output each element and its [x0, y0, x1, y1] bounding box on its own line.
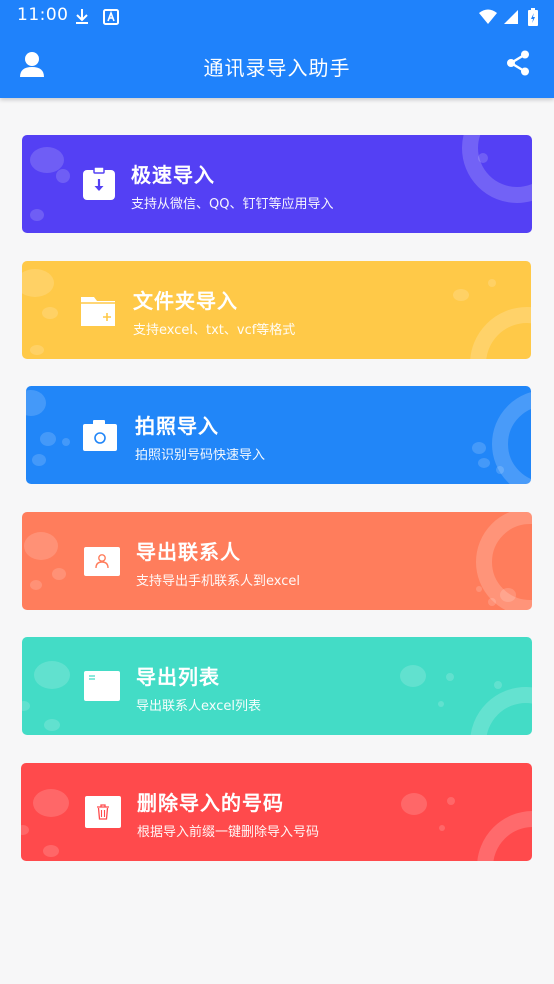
card-subtitle: 支持导出手机联系人到excel: [136, 574, 300, 589]
card-folder-import[interactable]: 文件夹导入 支持excel、txt、vcf等格式: [22, 261, 531, 359]
card-title: 文件夹导入: [133, 289, 238, 313]
card-delete-imported[interactable]: 删除导入的号码 根据导入前缀一键删除导入号码: [21, 763, 532, 861]
card-subtitle: 根据导入前缀一键删除导入号码: [137, 825, 320, 840]
card-subtitle: 支持excel、txt、vcf等格式: [133, 323, 296, 338]
page-title: 通讯录导入助手: [203, 56, 351, 80]
battery-icon: [528, 7, 538, 26]
share-icon: [507, 50, 529, 76]
card-subtitle: 拍照识别号码快速导入: [135, 448, 266, 463]
contact-card-icon: [84, 547, 120, 576]
status-bar: 11:00: [0, 0, 554, 30]
a-notification-icon: [103, 8, 120, 25]
card-subtitle: 支持从微信、QQ、钉钉等应用导入: [131, 197, 334, 212]
download-icon: [76, 8, 88, 24]
card-photo-import[interactable]: 拍照导入 拍照识别号码快速导入: [26, 386, 531, 484]
app-header: 11:00 通讯录导入助手: [0, 0, 554, 98]
app-bar: 通讯录导入助手: [0, 30, 554, 98]
card-title: 极速导入: [131, 163, 215, 187]
card-title: 导出联系人: [136, 540, 241, 564]
trash-icon: [85, 796, 121, 828]
camera-icon: [83, 420, 117, 451]
card-export-contacts[interactable]: 导出联系人 支持导出手机联系人到excel: [22, 512, 532, 610]
card-title: 拍照导入: [135, 414, 219, 438]
list-document-icon: [84, 671, 120, 701]
card-subtitle: 导出联系人excel列表: [136, 699, 261, 714]
folder-icon: [81, 297, 115, 326]
status-notification-icons: [74, 6, 120, 26]
wifi-icon: [478, 9, 497, 24]
card-quick-import[interactable]: 极速导入 支持从微信、QQ、钉钉等应用导入: [22, 135, 532, 233]
download-clipboard-icon: [83, 167, 115, 200]
card-title: 导出列表: [136, 665, 220, 689]
card-title: 删除导入的号码: [137, 791, 284, 815]
status-system-icons: [478, 6, 538, 26]
signal-icon: [503, 9, 518, 24]
share-button[interactable]: [506, 50, 534, 78]
status-time: 11:00: [17, 5, 69, 25]
card-export-list[interactable]: 导出列表 导出联系人excel列表: [22, 637, 532, 735]
